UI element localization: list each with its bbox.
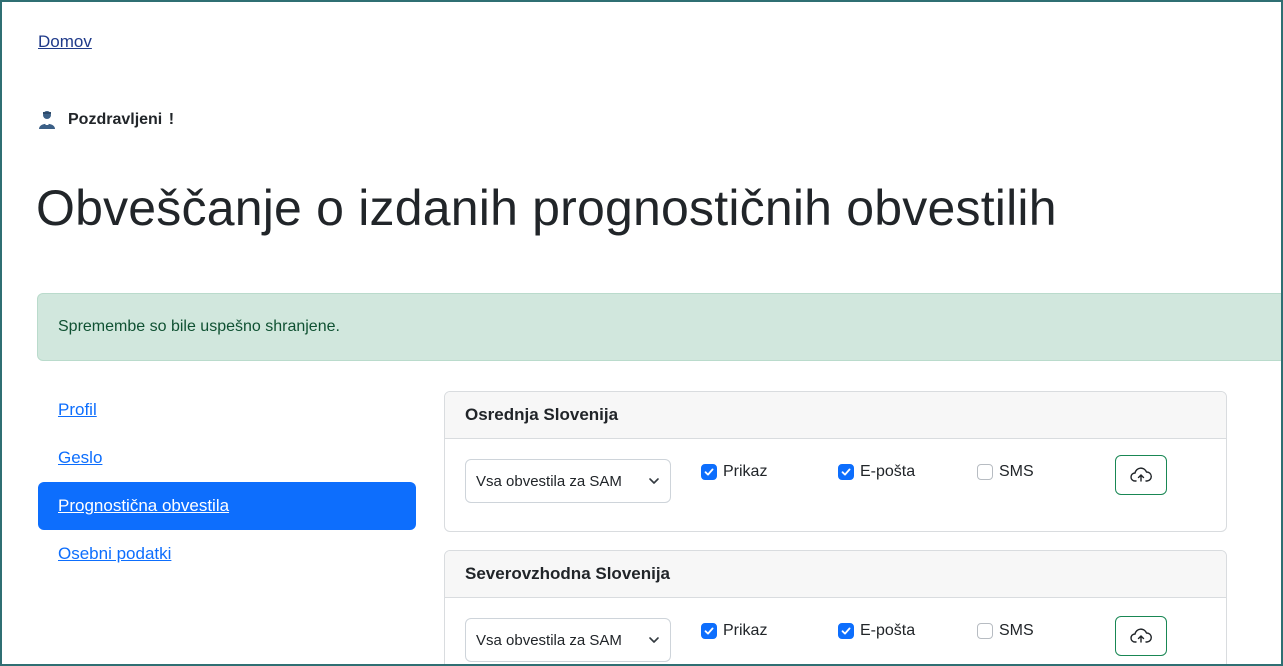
chevron-down-icon (649, 637, 659, 643)
checkbox-checked[interactable] (838, 623, 854, 639)
checkbox-prikaz[interactable]: Prikaz (701, 622, 767, 640)
user-icon (39, 111, 55, 129)
checkbox-label: SMS (999, 463, 1034, 480)
save-upload-button[interactable] (1115, 616, 1167, 656)
page-title: Obveščanje o izdanih prognostičnih obves… (36, 180, 1057, 236)
sidebar-nav: Profil Geslo Prognostična obvestila Oseb… (38, 386, 416, 578)
greeting-text: Pozdravljeni (68, 111, 163, 128)
region-title: Osrednja Slovenija (465, 405, 619, 424)
sidebar-item-profil[interactable]: Profil (38, 386, 416, 434)
chevron-down-icon (649, 478, 659, 484)
checkbox-label: SMS (999, 622, 1034, 639)
notification-type-select[interactable]: Vsa obvestila za SAM (465, 618, 671, 662)
home-link[interactable]: Domov (38, 32, 92, 52)
region-card-header: Osrednja Slovenija (445, 392, 1226, 439)
checkmark-icon (704, 627, 714, 635)
checkmark-icon (704, 468, 714, 476)
region-card-osrednja: Osrednja Slovenija Vsa obvestila za SAM … (444, 391, 1227, 532)
region-card-header: Severovzhodna Slovenija (445, 551, 1226, 598)
checkbox-unchecked[interactable] (977, 464, 993, 480)
select-value: Vsa obvestila za SAM (476, 472, 622, 490)
cloud-upload-icon (1130, 628, 1152, 643)
sidebar-item-prognosticna-obvestila[interactable]: Prognostična obvestila (38, 482, 416, 530)
region-card-body: Vsa obvestila za SAM Prikaz E-pošta SMS (445, 598, 1226, 664)
checkbox-label: Prikaz (723, 463, 768, 480)
sidebar-item-geslo[interactable]: Geslo (38, 434, 416, 482)
checkbox-unchecked[interactable] (977, 623, 993, 639)
checkbox-label: Prikaz (723, 622, 768, 639)
alert-message: Spremembe so bile uspešno shranjene. (58, 318, 340, 335)
checkbox-checked[interactable] (701, 623, 717, 639)
notification-type-select[interactable]: Vsa obvestila za SAM (465, 459, 671, 503)
checkmark-icon (841, 627, 851, 635)
success-alert: Spremembe so bile uspešno shranjene. (37, 293, 1281, 361)
save-upload-button[interactable] (1115, 455, 1167, 495)
greeting: Pozdravljeni ! (38, 110, 174, 130)
greeting-suffix: ! (168, 111, 175, 128)
checkbox-eposta[interactable]: E-pošta (838, 463, 915, 481)
region-card-severovzhodna: Severovzhodna Slovenija Vsa obvestila za… (444, 550, 1227, 664)
checkbox-checked[interactable] (701, 464, 717, 480)
checkmark-icon (841, 468, 851, 476)
checkbox-sms[interactable]: SMS (977, 463, 1034, 481)
checkbox-prikaz[interactable]: Prikaz (701, 463, 767, 481)
select-value: Vsa obvestila za SAM (476, 631, 622, 649)
checkbox-eposta[interactable]: E-pošta (838, 622, 915, 640)
checkbox-checked[interactable] (838, 464, 854, 480)
checkbox-sms[interactable]: SMS (977, 622, 1034, 640)
checkbox-label: E-pošta (860, 622, 916, 639)
page-frame: Domov Pozdravljeni ! Obveščanje o izdani… (0, 0, 1283, 666)
cloud-upload-icon (1130, 467, 1152, 482)
sidebar-item-osebni-podatki[interactable]: Osebni podatki (38, 530, 416, 578)
region-card-body: Vsa obvestila za SAM Prikaz E-pošta SMS (445, 439, 1226, 531)
region-title: Severovzhodna Slovenija (465, 564, 671, 583)
checkbox-label: E-pošta (860, 463, 916, 480)
